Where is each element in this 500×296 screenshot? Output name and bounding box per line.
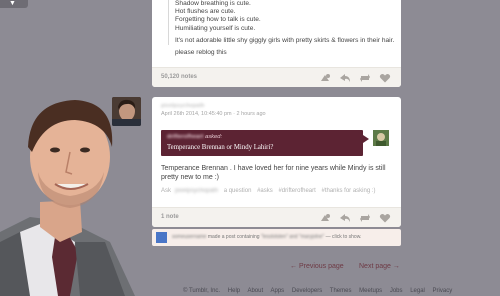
asked-label: asked: — [205, 134, 223, 140]
quote-line: Forgetting how to talk is cute. — [175, 16, 261, 24]
post-footer: 50,120 notes — [152, 67, 401, 87]
footer-link-apps[interactable]: Apps — [271, 288, 285, 294]
footer-link-jobs[interactable]: Jobs — [390, 288, 403, 294]
ask-text: a question — [223, 188, 252, 194]
tag[interactable]: #drifterofheart — [278, 188, 315, 194]
footer-link-developers[interactable]: Developers — [292, 288, 322, 294]
footer-link-privacy[interactable]: Privacy — [433, 288, 453, 294]
triangle-down-icon: ▼ — [9, 0, 16, 7]
post-avatar[interactable] — [112, 97, 141, 126]
hidden-post-notice[interactable]: someusername made a post containing "les… — [152, 229, 401, 246]
footer-link-legal[interactable]: Legal — [410, 288, 425, 294]
dropdown-toggle[interactable]: ▼ — [0, 0, 28, 8]
post-actions — [319, 72, 391, 84]
footer-link-meetups[interactable]: Meetups — [359, 288, 382, 294]
ask-user-link[interactable]: pixelpsychopath — [175, 188, 218, 194]
post-date[interactable]: April 26th 2014, 10:45:40 pm · 2 hours a… — [161, 110, 266, 118]
post-text: please reblog this — [175, 49, 227, 57]
notice-text-b: — click to show. — [325, 234, 362, 240]
quote-line: Shadow breathing is cute. — [175, 0, 251, 7]
site-footer: © Tumblr, Inc. Help About Apps Developer… — [183, 288, 458, 294]
previous-page-link[interactable]: ← Previous page — [290, 263, 344, 270]
share-icon[interactable] — [319, 212, 331, 224]
asker-avatar[interactable] — [373, 130, 389, 146]
post-username[interactable]: pixelpsychopath — [161, 102, 266, 110]
post-header: pixelpsychopath April 26th 2014, 10:45:4… — [161, 102, 266, 118]
notice-terms: "lesslolsten" and "maryjolne" — [260, 234, 325, 240]
notes-count[interactable]: 1 note — [161, 214, 179, 220]
reblog-icon[interactable] — [359, 72, 371, 84]
post-actions — [319, 212, 391, 224]
tag-list: Ask pixelpsychopath a question #asks #dri… — [161, 188, 380, 194]
notice-text: someusername made a post containing "les… — [172, 234, 361, 240]
quote-line: Humiliating yourself is cute. — [175, 24, 256, 32]
quote-line: Hot flushes are cute. — [175, 8, 236, 16]
asker-name[interactable]: drifterofheart — [167, 134, 203, 140]
share-icon[interactable] — [319, 72, 331, 84]
text-post: Shadow breathing is cute. Hot flushes ar… — [152, 0, 401, 87]
quote-body: It's not adorable little shy giggly girl… — [175, 36, 395, 44]
answer-line: pretty new to me :) — [161, 173, 219, 181]
answer-post: pixelpsychopath April 26th 2014, 10:45:4… — [152, 97, 401, 227]
next-page-link[interactable]: Next page → — [359, 263, 400, 270]
heart-icon[interactable] — [379, 212, 391, 224]
post-footer: 1 note — [152, 207, 401, 227]
footer-link-help[interactable]: Help — [228, 288, 240, 294]
reply-icon[interactable] — [339, 72, 351, 84]
blockquote: Shadow breathing is cute. Hot flushes ar… — [168, 0, 395, 46]
answer-text: Temperance Brennan . I have loved her fo… — [161, 165, 386, 182]
footer-copyright: © Tumblr, Inc. — [183, 288, 221, 294]
answer-line: Temperance Brennan . I have loved her fo… — [161, 165, 386, 172]
asker-line: drifterofheart asked: — [167, 134, 222, 140]
post-body: Shadow breathing is cute. Hot flushes ar… — [152, 0, 401, 57]
tag[interactable]: #asks — [257, 188, 273, 194]
reply-icon[interactable] — [339, 212, 351, 224]
ask-link[interactable]: Ask — [161, 188, 171, 194]
tag[interactable]: #thanks for asking :) — [321, 188, 375, 194]
heart-icon[interactable] — [379, 72, 391, 84]
question-box: drifterofheart asked: Temperance Brennan… — [161, 130, 369, 156]
notice-user: someusername — [172, 234, 207, 240]
footer-link-about[interactable]: About — [247, 288, 263, 294]
footer-link-themes[interactable]: Themes — [330, 288, 352, 294]
notice-text-a: made a post containing — [207, 234, 260, 240]
question-text: Temperance Brennan or Mindy Lahiri? — [167, 144, 274, 151]
reblog-icon[interactable] — [359, 212, 371, 224]
notes-count[interactable]: 50,120 notes — [161, 74, 197, 80]
notice-avatar — [156, 232, 167, 243]
